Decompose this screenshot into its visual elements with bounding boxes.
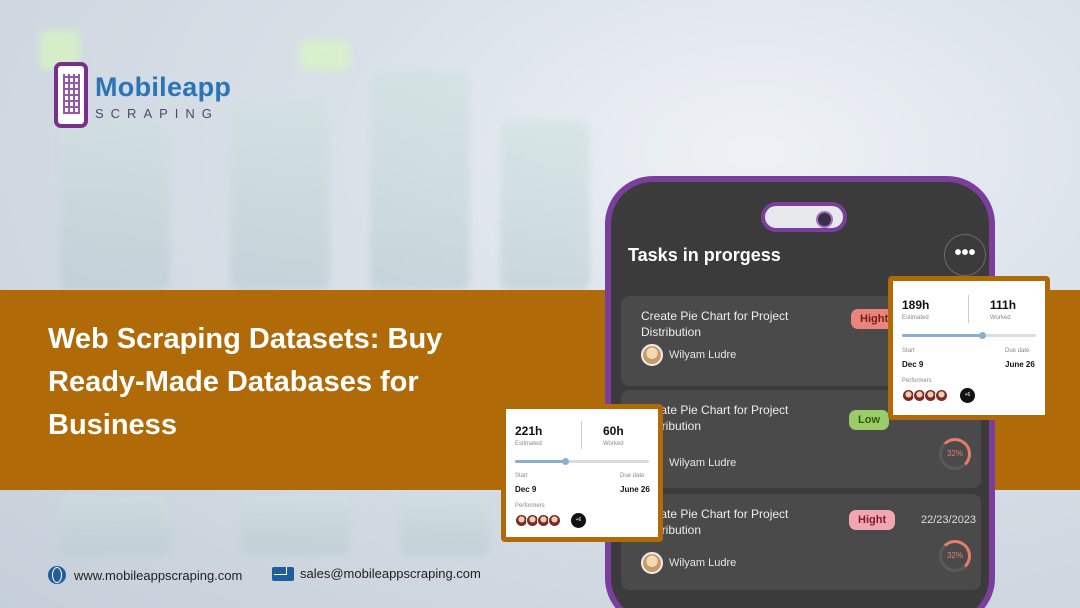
- worked-label: Worked: [990, 315, 1011, 321]
- task-assignee: Wilyam Ludre: [669, 457, 737, 469]
- task-title: Create Pie Chart for Project Distributio…: [641, 309, 789, 339]
- task-assignee: Wilyam Ludre: [669, 557, 737, 569]
- task-assignee: Wilyam Ludre: [669, 349, 737, 361]
- progress-ring: 32%: [939, 438, 971, 470]
- performers-label: Performers: [515, 503, 545, 509]
- due-date: June 26: [1005, 360, 1035, 369]
- brand-tagline: SCRAPING: [95, 106, 219, 121]
- due-label: Due date: [620, 473, 645, 479]
- estimated-hours: 189h: [902, 298, 930, 312]
- divider: [581, 421, 582, 449]
- progress-fill: [515, 460, 565, 463]
- email-text: sales@mobileappscraping.com: [300, 566, 481, 581]
- brand-name: Mobileapp: [95, 72, 232, 102]
- start-label: Start: [515, 473, 528, 479]
- progress-bar: [902, 332, 1036, 339]
- worked-label: Worked: [603, 441, 624, 447]
- priority-badge: Low: [849, 410, 889, 430]
- page-headline: Web Scraping Datasets: Buy Ready-Made Da…: [48, 323, 443, 441]
- avatar: [935, 389, 948, 402]
- stats-card: 189h Estimated 111h Worked Start Due dat…: [888, 276, 1050, 420]
- phone-notch: [761, 202, 847, 232]
- start-date: Dec 9: [902, 360, 924, 369]
- phone-logo-icon: [54, 62, 88, 128]
- task-date: 22/23/2023: [921, 514, 977, 526]
- more-performers-badge: +6: [960, 388, 975, 403]
- avatar: [641, 344, 663, 366]
- start-label: Start: [902, 348, 915, 354]
- due-label: Due date: [1005, 348, 1030, 354]
- avatar: [548, 514, 561, 527]
- brand-logo[interactable]: Mobileapp SCRAPING: [48, 60, 248, 136]
- more-performers-badge: +6: [571, 513, 586, 528]
- website-link[interactable]: www.mobileappscraping.com: [48, 566, 242, 584]
- estimated-label: Estimated: [515, 441, 542, 447]
- progress-ring: 32%: [939, 540, 971, 572]
- globe-icon: [48, 566, 66, 584]
- website-text: www.mobileappscraping.com: [74, 567, 243, 583]
- progress-fill: [902, 334, 983, 337]
- mail-icon: [272, 566, 294, 581]
- worked-hours: 60h: [603, 424, 624, 438]
- divider: [968, 295, 969, 323]
- performers-label: Performers: [902, 378, 932, 384]
- progress-knob: [979, 332, 987, 339]
- start-date: Dec 9: [515, 485, 537, 494]
- estimated-label: Estimated: [902, 315, 929, 321]
- tasks-title: Tasks in prorgess: [628, 245, 781, 265]
- due-date: June 26: [620, 485, 650, 494]
- task-title: Create Pie Chart for Project Distributio…: [641, 403, 789, 433]
- task-title: Create Pie Chart for Project Distributio…: [641, 507, 789, 537]
- task-card[interactable]: Create Pie Chart for Project Distributio…: [621, 494, 981, 590]
- estimated-hours: 221h: [515, 424, 543, 438]
- progress-bar: [515, 458, 649, 465]
- more-dots-icon[interactable]: •••: [944, 234, 986, 276]
- email-link[interactable]: sales@mobileappscraping.com: [272, 566, 481, 581]
- progress-knob: [561, 458, 569, 465]
- priority-badge: Hight: [849, 510, 896, 530]
- avatar: [641, 552, 663, 574]
- worked-hours: 111h: [990, 298, 1017, 312]
- stats-card: 221h Estimated 60h Worked Start Due date…: [501, 404, 663, 542]
